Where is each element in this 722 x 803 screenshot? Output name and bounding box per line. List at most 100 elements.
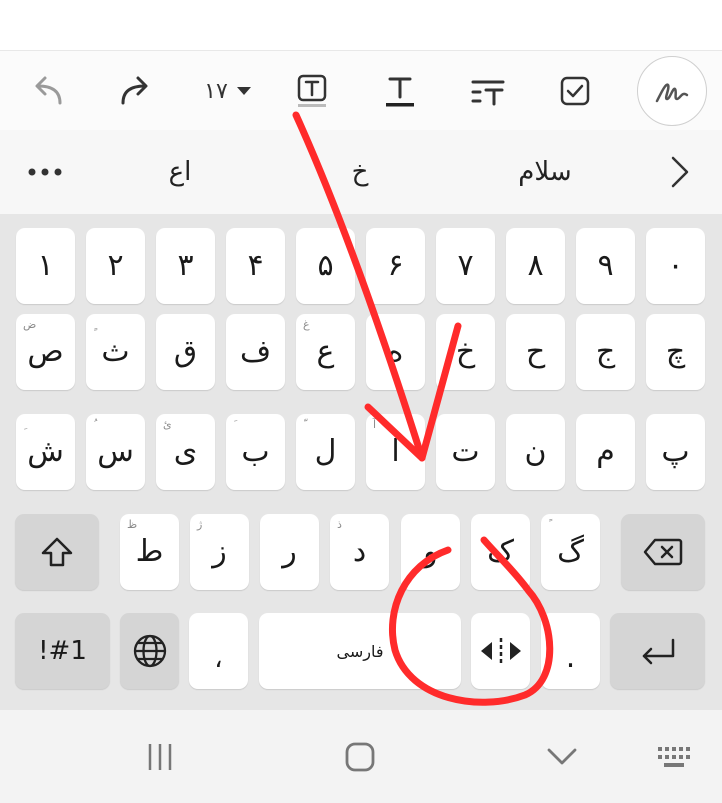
key-0-1[interactable]: ۲ <box>86 228 145 304</box>
recent-apps-icon <box>148 743 172 770</box>
key-label: ی <box>173 434 198 469</box>
font-size-dropdown[interactable]: ۱۷ <box>188 51 268 131</box>
symbols-key[interactable]: !#1 <box>15 613 110 689</box>
key-3-3[interactable]: ذد <box>330 514 389 590</box>
key-3-4[interactable]: و <box>401 514 460 590</box>
hide-keyboard-button[interactable] <box>532 710 592 803</box>
text-align-icon <box>471 80 505 106</box>
text-underline-button[interactable] <box>370 51 430 131</box>
key-0-9[interactable]: ۰ <box>646 228 705 304</box>
key-label: ث <box>101 334 130 369</box>
handwriting-icon <box>655 83 689 103</box>
key-label: ۶ <box>387 248 404 283</box>
space-key[interactable]: فارسی <box>259 613 461 689</box>
key-0-5[interactable]: ۶ <box>366 228 425 304</box>
key-1-9[interactable]: چ <box>646 314 705 390</box>
key-2-8[interactable]: م <box>576 414 635 490</box>
key-label: ر <box>282 534 297 569</box>
key-label: ۴ <box>247 248 264 283</box>
key-2-5[interactable]: آا <box>366 414 425 490</box>
key-3-5[interactable]: ک <box>471 514 530 590</box>
key-label: ت <box>451 434 480 469</box>
key-1-3[interactable]: ف <box>226 314 285 390</box>
suggestion-1[interactable]: اع <box>120 130 240 214</box>
key-3-1[interactable]: ژز <box>190 514 249 590</box>
key-label: پ <box>661 434 690 469</box>
key-0-0[interactable]: ۱ <box>16 228 75 304</box>
key-alt-hint: آ <box>373 418 377 431</box>
text-align-button[interactable] <box>458 51 518 131</box>
key-2-7[interactable]: ن <box>506 414 565 490</box>
key-label: ۵ <box>317 248 334 283</box>
more-options-button[interactable] <box>20 130 70 214</box>
expand-suggestions-button[interactable] <box>655 130 705 214</box>
suggestion-2[interactable]: خ <box>300 130 420 214</box>
suggestion-3[interactable]: سلام <box>470 130 620 214</box>
key-period-label: . <box>565 640 576 675</box>
key-comma-label: ، <box>214 644 223 674</box>
language-switch-key[interactable] <box>120 613 179 689</box>
key-3-0[interactable]: ظط <box>120 514 179 590</box>
key-1-4[interactable]: غع <box>296 314 355 390</box>
key-0-2[interactable]: ۳ <box>156 228 215 304</box>
redo-button[interactable] <box>105 51 165 131</box>
text-box-icon <box>297 74 327 107</box>
key-2-2[interactable]: ئی <box>156 414 215 490</box>
key-alt-hint: ئ <box>163 418 172 431</box>
shift-key[interactable] <box>15 514 99 590</box>
key-label: ۹ <box>597 248 614 283</box>
key-0-8[interactable]: ۹ <box>576 228 635 304</box>
handwriting-button[interactable] <box>636 51 708 131</box>
key-2-0[interactable]: ِش <box>16 414 75 490</box>
home-icon <box>345 742 375 771</box>
key-3-6[interactable]: ًگ <box>541 514 600 590</box>
key-alt-hint: ذ <box>337 518 342 531</box>
key-label: ا <box>391 434 400 469</box>
keyboard-icon <box>658 746 690 767</box>
key-1-1[interactable]: ٍث <box>86 314 145 390</box>
key-0-4[interactable]: ۵ <box>296 228 355 304</box>
undo-button[interactable] <box>18 51 78 131</box>
key-label: ۲ <box>107 248 124 283</box>
chevron-right-icon <box>671 156 689 188</box>
key-1-7[interactable]: ح <box>506 314 565 390</box>
key-label: ف <box>239 334 272 369</box>
chevron-down-icon <box>547 748 577 764</box>
caret-down-icon <box>236 87 251 95</box>
key-label: ش <box>27 434 64 469</box>
text-style-icon <box>386 77 414 107</box>
text-box-button[interactable] <box>282 51 342 131</box>
key-1-6[interactable]: خ <box>436 314 495 390</box>
key-alt-hint: ظ <box>127 518 138 531</box>
key-3-2[interactable]: ر <box>260 514 319 590</box>
key-label: ط <box>135 534 164 569</box>
key-2-6[interactable]: ت <box>436 414 495 490</box>
key-1-8[interactable]: ج <box>576 314 635 390</box>
space-key-label: فارسی <box>336 641 384 661</box>
backspace-key[interactable] <box>621 514 705 590</box>
key-2-3[interactable]: َب <box>226 414 285 490</box>
recent-apps-button[interactable] <box>130 710 190 803</box>
key-2-1[interactable]: ُس <box>86 414 145 490</box>
key-1-5[interactable]: ه <box>366 314 425 390</box>
keyboard-switch-button[interactable] <box>645 710 705 803</box>
key-1-2[interactable]: ق <box>156 314 215 390</box>
key-2-9[interactable]: پ <box>646 414 705 490</box>
key-2-4[interactable]: ّل <box>296 414 355 490</box>
key-label: ه <box>387 334 404 369</box>
keyboard: ۱۲۳۴۵۶۷۸۹۰ضصٍثقفغعهخحجچِشُسئیَبّلآاتنمپظ… <box>0 214 722 710</box>
key-label: ص <box>27 334 64 369</box>
key-0-3[interactable]: ۴ <box>226 228 285 304</box>
key-0-6[interactable]: ۷ <box>436 228 495 304</box>
key-1-0[interactable]: ضص <box>16 314 75 390</box>
key-label: ق <box>173 334 198 369</box>
enter-key[interactable] <box>610 613 705 689</box>
key-0-7[interactable]: ۸ <box>506 228 565 304</box>
key-label: ب <box>241 434 270 469</box>
undo-icon <box>35 76 62 105</box>
key-period[interactable]: . <box>541 613 600 689</box>
home-button[interactable] <box>330 710 390 803</box>
cursor-control-key[interactable] <box>471 613 530 689</box>
checkbox-button[interactable] <box>545 51 605 131</box>
key-comma[interactable]: ، <box>189 613 248 689</box>
